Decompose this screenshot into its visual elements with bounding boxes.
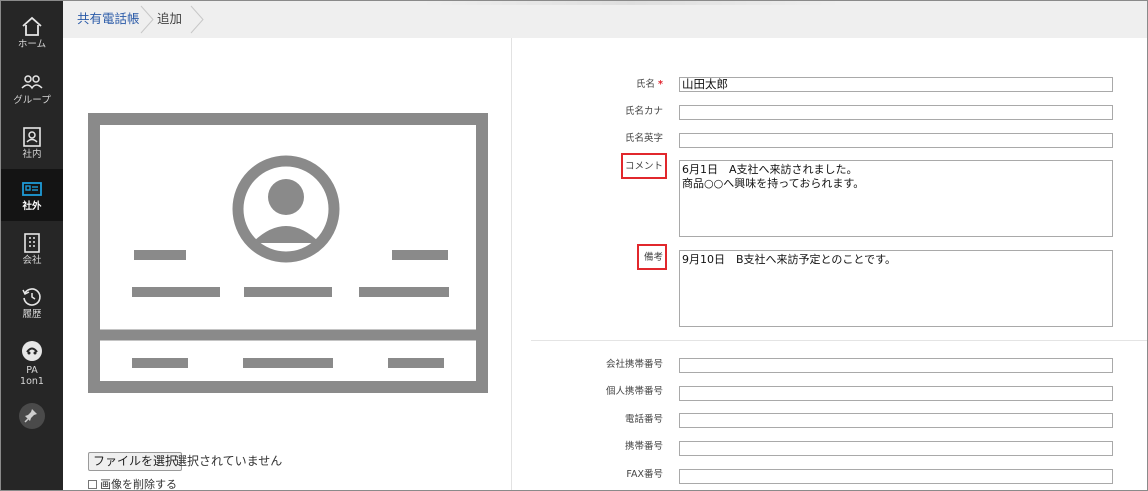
name-input[interactable]: 山田太郎 [679,77,1113,92]
sidebar-item-label: 社外 [22,201,42,212]
file-status: 選択されていません [175,454,283,468]
name-kana-input[interactable] [679,105,1113,120]
sidebar: ホーム グループ 社内 社外 会社 履歴 PA 1on1 [1,1,63,490]
name-en-label: 氏名英字 [624,133,663,144]
required-mark: * [658,79,663,90]
sidebar-item-internal[interactable]: 社内 [1,117,63,169]
personal-mobile-input[interactable] [679,386,1113,401]
section-divider [531,340,1147,341]
delete-image-checkbox[interactable]: 画像を削除する [88,478,177,491]
pin-button[interactable] [19,403,45,429]
sidebar-item-label: 会社 [22,255,42,266]
sidebar-item-external[interactable]: 社外 [1,169,63,221]
pa-1on1-icon [22,341,42,361]
app-window: ホーム グループ 社内 社外 会社 履歴 PA 1on1 共有電話帳 追加 ファ… [0,0,1148,491]
sidebar-item-label: ホーム [17,39,47,50]
sidebar-item-label: 履歴 [22,309,42,320]
fax-input[interactable] [679,469,1113,484]
name-label: 氏名 * [636,79,663,90]
fax-label: FAX番号 [626,469,663,480]
highlight-box [621,153,667,179]
mobile-label: 携帯番号 [624,441,663,452]
sidebar-item-group[interactable]: グループ [1,63,63,115]
company-mobile-input[interactable] [679,358,1113,373]
mobile-input[interactable] [679,441,1113,456]
sidebar-item-label: 社内 [22,149,42,160]
business-card-placeholder-icon[interactable] [88,113,488,393]
sidebar-item-label: 1on1 [20,376,44,387]
breadcrumb-phonebook-link[interactable]: 共有電話帳 [77,1,140,38]
highlight-box [637,244,667,270]
name-kana-label: 氏名カナ [624,106,663,117]
personal-mobile-label: 個人携帯番号 [605,386,663,397]
company-mobile-label: 会社携帯番号 [605,359,663,370]
chevron-right-icon [190,5,204,34]
building-icon [24,233,40,253]
choose-file-button[interactable]: ファイルを選択 [88,452,183,471]
sidebar-item-company[interactable]: 会社 [1,223,63,275]
chevron-right-icon [140,5,154,34]
breadcrumb-current: 追加 [157,11,183,26]
pin-icon [24,409,37,423]
sidebar-item-home[interactable]: ホーム [1,7,63,59]
comment-textarea[interactable]: 6月1日 A支社へ来訪されました。 商品○○へ興味を持っておられます。 [679,160,1113,237]
sidebar-item-pa-1on1[interactable]: PA 1on1 [1,331,63,393]
external-card-icon [22,182,42,196]
phone-input[interactable] [679,413,1113,428]
sidebar-item-history[interactable]: 履歴 [1,277,63,329]
checkbox-box[interactable] [88,480,97,489]
header-shadow [421,1,841,5]
remarks-textarea[interactable]: 9月10日 B支社へ来訪予定とのことです。 [679,250,1113,327]
breadcrumb: 共有電話帳 追加 [63,1,1147,38]
internal-contact-icon [23,127,41,147]
group-icon [21,75,43,90]
phone-label: 電話番号 [624,414,663,425]
delete-image-label: 画像を削除する [100,478,177,491]
home-icon [22,16,42,36]
name-en-input[interactable] [679,133,1113,148]
sidebar-item-label: グループ [13,95,51,106]
history-icon [22,288,41,306]
